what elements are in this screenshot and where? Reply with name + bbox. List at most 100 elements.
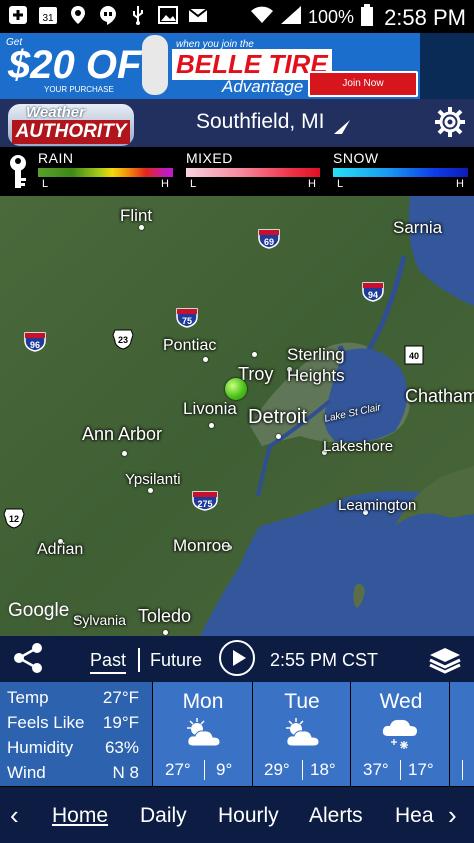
legend-key-icon[interactable] (6, 154, 30, 190)
logo-authority: AUTHORITY (12, 120, 130, 144)
nav-hourly[interactable]: Hourly (218, 804, 279, 828)
legend-mixed-high: H (308, 178, 316, 190)
highway-275-label: 275 (197, 499, 212, 509)
highway-40-shield: 40 (403, 344, 425, 366)
google-attribution: Google (8, 600, 70, 621)
highway-75-shield: 75 (176, 306, 198, 328)
nav-left-arrow-icon[interactable]: ‹ (10, 800, 19, 831)
status-bar: 31 100% 2:58 PM (0, 0, 474, 33)
city-monroe: Monroe (173, 536, 231, 555)
legend-rain-high: H (161, 178, 169, 190)
legend-mixed-bar (186, 168, 320, 177)
humidity-label: Humidity (7, 738, 74, 757)
highway-12-label: 12 (9, 514, 19, 524)
nav-partial-item[interactable]: Hea (395, 804, 434, 828)
city-chatham: Chatham (405, 386, 474, 406)
nav-alerts[interactable]: Alerts (309, 804, 363, 828)
mail-icon (188, 5, 208, 25)
highway-23-label: 23 (118, 335, 128, 345)
nav-home[interactable]: Home (52, 804, 108, 828)
ad-advantage: Advantage (222, 77, 304, 96)
forecast-wed-low: 17° (408, 760, 434, 779)
status-time: 2:58 PM (384, 4, 466, 30)
city-toledo: Toledo (138, 606, 192, 626)
future-tab[interactable]: Future (150, 650, 202, 671)
temp-value: 27°F (102, 688, 139, 707)
forecast-divider (462, 760, 463, 780)
usb-icon (128, 5, 148, 25)
forecast-wed-high: 37° (363, 760, 389, 779)
share-icon[interactable] (10, 640, 46, 676)
wind-value: N 8 (112, 763, 139, 782)
city-leamington: Leamington (338, 497, 417, 514)
legend-rain-bar (38, 168, 173, 177)
city-detroit: Detroit (248, 406, 307, 428)
forecast-wed-day: Wed (379, 690, 423, 713)
highway-12-shield: 12 (3, 507, 25, 529)
calendar-icon: 31 (38, 5, 58, 25)
radar-timestamp: 2:55 PM CST (270, 650, 379, 670)
nav-right-arrow-icon[interactable]: › (448, 800, 457, 831)
highway-94-shield: 94 (362, 280, 384, 302)
city-sterling-heights: Sterling Heights (287, 345, 345, 385)
location-pin-icon (68, 5, 88, 25)
hangouts-icon (98, 5, 118, 25)
wifi-icon (250, 5, 274, 30)
ad-join-now-button[interactable]: Join Now (308, 71, 418, 97)
ad-margin (420, 33, 474, 99)
feels-like-label: Feels Like (7, 713, 85, 732)
legend-mixed-low: L (190, 178, 197, 190)
past-tab[interactable]: Past (90, 650, 127, 674)
forecast-tue-low: 18° (310, 760, 336, 779)
forecast-divider (400, 760, 401, 780)
ad-your-purchase: YOUR PURCHASE (44, 85, 114, 94)
legend-rain-low: L (42, 178, 49, 190)
forecast-tue-day: Tue (284, 690, 320, 713)
city-flint: Flint (120, 206, 153, 225)
layers-icon[interactable] (428, 646, 462, 674)
location-selector[interactable]: Southfield, MI (196, 110, 324, 134)
highway-69-label: 69 (264, 237, 274, 247)
snow-cloud-icon (382, 719, 417, 749)
settings-gear-icon[interactable] (434, 106, 466, 138)
city-ypsilanti: Ypsilanti (125, 471, 181, 488)
weather-authority-logo: Weather AUTHORITY (6, 102, 136, 148)
tab-separator (138, 648, 140, 672)
current-conditions[interactable]: Temp 27°F Feels Like 19°F Humidity 63% Wind… (0, 682, 152, 786)
feels-like-value: 19°F (102, 713, 139, 732)
play-button[interactable] (219, 640, 255, 676)
legend-snow: SNOW L H (333, 150, 468, 190)
highway-96-shield: 96 (24, 330, 46, 352)
city-sylvania: Sylvania (73, 612, 126, 628)
ad-tire-mascot (142, 35, 168, 95)
forecast-mon-low: 9° (216, 760, 233, 779)
nav-daily[interactable]: Daily (140, 804, 187, 828)
logo-weather: Weather (26, 104, 85, 121)
forecast-mon-day: Mon (182, 690, 224, 713)
city-sarnia: Sarnia (393, 218, 443, 237)
legend-mixed: MIXED L H (186, 150, 320, 190)
city-lakeshore: Lakeshore (323, 438, 394, 455)
city-ann-arbor: Ann Arbor (82, 424, 163, 444)
current-location-pin[interactable] (225, 378, 247, 400)
highway-75-label: 75 (182, 316, 192, 326)
wind-label: Wind (7, 763, 46, 782)
highway-275-shield: 275 (192, 489, 218, 511)
legend-snow-high: H (456, 178, 464, 190)
legend-mixed-label: MIXED (186, 150, 233, 166)
highway-96-label: 96 (30, 340, 40, 350)
city-adrian: Adrian (37, 541, 84, 558)
legend-snow-label: SNOW (333, 150, 379, 166)
humidity-value: 63% (104, 738, 139, 757)
legend-snow-low: L (337, 178, 344, 190)
ad-banner[interactable]: Get $20 OFF YOUR PURCHASE when you join … (0, 33, 420, 99)
radar-map[interactable]: Flint Sarnia Pontiac Sterling Heights Tr… (0, 196, 474, 636)
forecast-tue-high: 29° (264, 760, 290, 779)
city-livonia: Livonia (183, 399, 237, 418)
partly-cloudy-icon (286, 718, 320, 747)
map-terrain (0, 196, 474, 636)
forecast-mon-high: 27° (165, 760, 191, 779)
add-icon (8, 5, 28, 25)
legend-rain-label: RAIN (38, 150, 74, 166)
highway-69-shield: 69 (258, 227, 280, 249)
